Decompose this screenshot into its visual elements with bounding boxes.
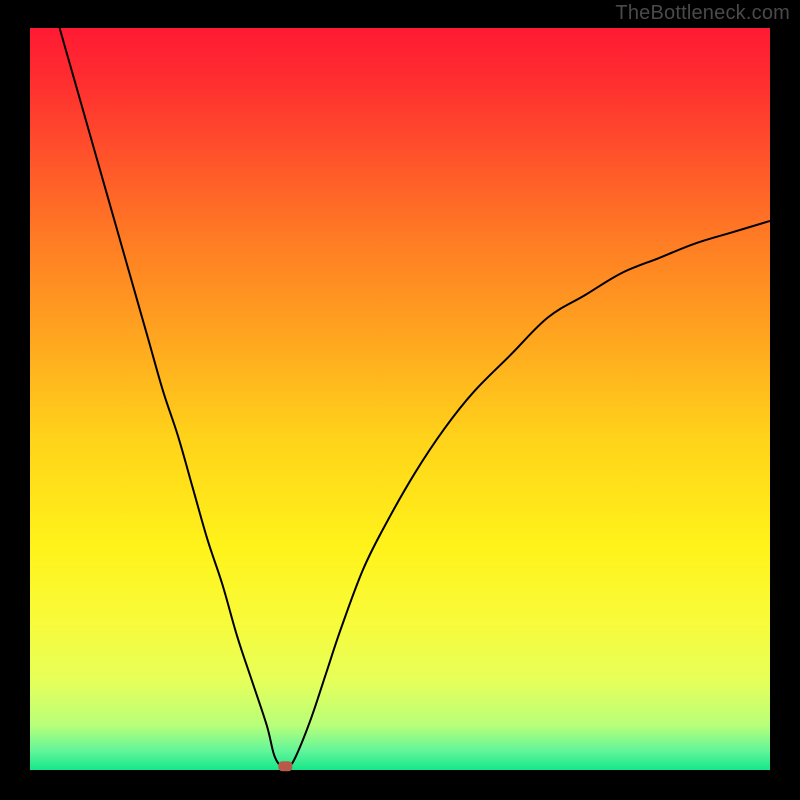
chart-svg: [0, 0, 800, 800]
minimum-marker: [278, 761, 292, 771]
chart-frame: TheBottleneck.com: [0, 0, 800, 800]
watermark-text: TheBottleneck.com: [615, 2, 790, 25]
plot-background: [30, 28, 770, 770]
